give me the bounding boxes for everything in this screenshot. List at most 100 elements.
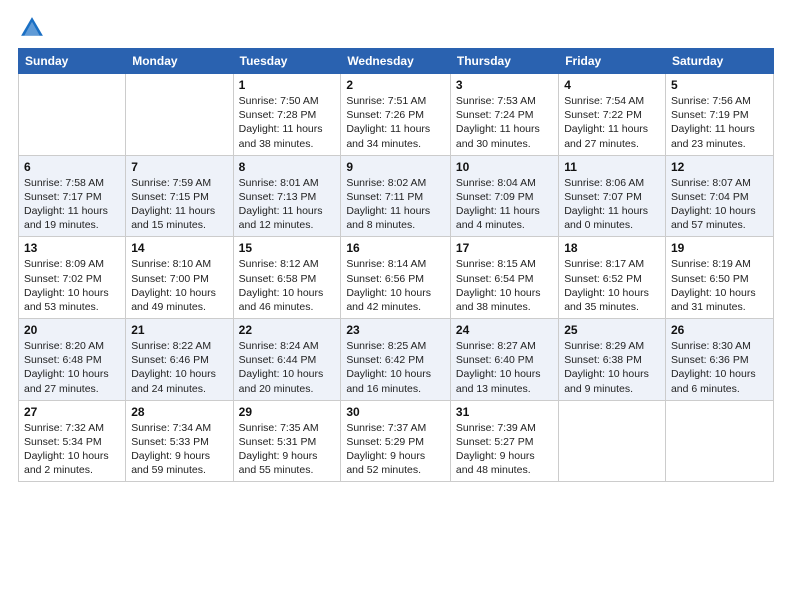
day-info: Sunrise: 8:30 AM Sunset: 6:36 PM Dayligh…	[671, 339, 768, 396]
day-info: Sunrise: 7:32 AM Sunset: 5:34 PM Dayligh…	[24, 421, 120, 478]
calendar-cell: 1 Sunrise: 7:50 AM Sunset: 7:28 PM Daylig…	[233, 74, 341, 156]
day-number: 27	[24, 405, 120, 419]
logo-icon	[18, 14, 46, 42]
day-number: 12	[671, 160, 768, 174]
calendar-cell: 16 Sunrise: 8:14 AM Sunset: 6:56 PM Dayli…	[341, 237, 451, 319]
day-info: Sunrise: 7:59 AM Sunset: 7:15 PM Dayligh…	[131, 176, 227, 233]
day-number: 16	[346, 241, 445, 255]
calendar-week-row: 27 Sunrise: 7:32 AM Sunset: 5:34 PM Dayli…	[19, 400, 774, 482]
day-number: 30	[346, 405, 445, 419]
calendar-cell: 20 Sunrise: 8:20 AM Sunset: 6:48 PM Dayli…	[19, 319, 126, 401]
day-number: 15	[239, 241, 336, 255]
day-info: Sunrise: 8:12 AM Sunset: 6:58 PM Dayligh…	[239, 257, 336, 314]
day-number: 21	[131, 323, 227, 337]
day-number: 6	[24, 160, 120, 174]
calendar-cell: 14 Sunrise: 8:10 AM Sunset: 7:00 PM Dayli…	[126, 237, 233, 319]
calendar-cell: 27 Sunrise: 7:32 AM Sunset: 5:34 PM Dayli…	[19, 400, 126, 482]
calendar-cell: 19 Sunrise: 8:19 AM Sunset: 6:50 PM Dayli…	[665, 237, 773, 319]
weekday-header-tuesday: Tuesday	[233, 49, 341, 74]
day-info: Sunrise: 8:09 AM Sunset: 7:02 PM Dayligh…	[24, 257, 120, 314]
day-number: 13	[24, 241, 120, 255]
day-number: 2	[346, 78, 445, 92]
day-number: 20	[24, 323, 120, 337]
day-info: Sunrise: 8:27 AM Sunset: 6:40 PM Dayligh…	[456, 339, 553, 396]
day-number: 24	[456, 323, 553, 337]
calendar-cell: 8Sunrise: 8:01 AM Sunset: 7:13 PM Daylig…	[233, 155, 341, 237]
calendar-cell: 17Sunrise: 8:15 AM Sunset: 6:54 PM Dayli…	[450, 237, 558, 319]
day-number: 9	[346, 160, 445, 174]
calendar-cell: 13 Sunrise: 8:09 AM Sunset: 7:02 PM Dayli…	[19, 237, 126, 319]
day-number: 5	[671, 78, 768, 92]
day-number: 23	[346, 323, 445, 337]
calendar-cell: 6 Sunrise: 7:58 AM Sunset: 7:17 PM Daylig…	[19, 155, 126, 237]
weekday-header-wednesday: Wednesday	[341, 49, 451, 74]
day-info: Sunrise: 8:06 AM Sunset: 7:07 PM Dayligh…	[564, 176, 660, 233]
day-number: 1	[239, 78, 336, 92]
day-number: 19	[671, 241, 768, 255]
day-number: 11	[564, 160, 660, 174]
day-number: 14	[131, 241, 227, 255]
weekday-header-monday: Monday	[126, 49, 233, 74]
day-info: Sunrise: 7:58 AM Sunset: 7:17 PM Dayligh…	[24, 176, 120, 233]
day-info: Sunrise: 8:19 AM Sunset: 6:50 PM Dayligh…	[671, 257, 768, 314]
day-info: Sunrise: 7:54 AM Sunset: 7:22 PM Dayligh…	[564, 94, 660, 151]
day-info: Sunrise: 8:22 AM Sunset: 6:46 PM Dayligh…	[131, 339, 227, 396]
day-info: Sunrise: 7:50 AM Sunset: 7:28 PM Dayligh…	[239, 94, 336, 151]
calendar-cell: 12 Sunrise: 8:07 AM Sunset: 7:04 PM Dayli…	[665, 155, 773, 237]
day-info: Sunrise: 8:07 AM Sunset: 7:04 PM Dayligh…	[671, 176, 768, 233]
calendar-cell	[19, 74, 126, 156]
day-info: Sunrise: 8:20 AM Sunset: 6:48 PM Dayligh…	[24, 339, 120, 396]
day-info: Sunrise: 8:01 AM Sunset: 7:13 PM Dayligh…	[239, 176, 336, 233]
calendar-cell: 2 Sunrise: 7:51 AM Sunset: 7:26 PM Daylig…	[341, 74, 451, 156]
day-info: Sunrise: 8:14 AM Sunset: 6:56 PM Dayligh…	[346, 257, 445, 314]
calendar-cell: 23 Sunrise: 8:25 AM Sunset: 6:42 PM Dayli…	[341, 319, 451, 401]
day-info: Sunrise: 8:10 AM Sunset: 7:00 PM Dayligh…	[131, 257, 227, 314]
day-info: Sunrise: 8:02 AM Sunset: 7:11 PM Dayligh…	[346, 176, 445, 233]
weekday-header-sunday: Sunday	[19, 49, 126, 74]
calendar-cell: 15 Sunrise: 8:12 AM Sunset: 6:58 PM Dayli…	[233, 237, 341, 319]
calendar-cell	[665, 400, 773, 482]
day-info: Sunrise: 8:25 AM Sunset: 6:42 PM Dayligh…	[346, 339, 445, 396]
day-info: Sunrise: 8:24 AM Sunset: 6:44 PM Dayligh…	[239, 339, 336, 396]
day-number: 26	[671, 323, 768, 337]
day-info: Sunrise: 8:29 AM Sunset: 6:38 PM Dayligh…	[564, 339, 660, 396]
calendar-cell: 26 Sunrise: 8:30 AM Sunset: 6:36 PM Dayli…	[665, 319, 773, 401]
day-info: Sunrise: 7:34 AM Sunset: 5:33 PM Dayligh…	[131, 421, 227, 478]
calendar-week-row: 6 Sunrise: 7:58 AM Sunset: 7:17 PM Daylig…	[19, 155, 774, 237]
day-info: Sunrise: 8:17 AM Sunset: 6:52 PM Dayligh…	[564, 257, 660, 314]
calendar-header-row: SundayMondayTuesdayWednesdayThursdayFrid…	[19, 49, 774, 74]
calendar-table: SundayMondayTuesdayWednesdayThursdayFrid…	[18, 48, 774, 482]
day-number: 31	[456, 405, 553, 419]
calendar-cell: 18 Sunrise: 8:17 AM Sunset: 6:52 PM Dayli…	[559, 237, 666, 319]
calendar-cell: 28 Sunrise: 7:34 AM Sunset: 5:33 PM Dayli…	[126, 400, 233, 482]
day-info: Sunrise: 7:35 AM Sunset: 5:31 PM Dayligh…	[239, 421, 336, 478]
calendar-cell: 31 Sunrise: 7:39 AM Sunset: 5:27 PM Dayli…	[450, 400, 558, 482]
day-number: 28	[131, 405, 227, 419]
day-info: Sunrise: 7:53 AM Sunset: 7:24 PM Dayligh…	[456, 94, 553, 151]
calendar-cell: 24 Sunrise: 8:27 AM Sunset: 6:40 PM Dayli…	[450, 319, 558, 401]
day-number: 29	[239, 405, 336, 419]
calendar-cell: 21 Sunrise: 8:22 AM Sunset: 6:46 PM Dayli…	[126, 319, 233, 401]
calendar-cell: 4 Sunrise: 7:54 AM Sunset: 7:22 PM Daylig…	[559, 74, 666, 156]
day-number: 25	[564, 323, 660, 337]
day-number: 22	[239, 323, 336, 337]
calendar-cell	[126, 74, 233, 156]
calendar-cell: 29 Sunrise: 7:35 AM Sunset: 5:31 PM Dayli…	[233, 400, 341, 482]
calendar-week-row: 20 Sunrise: 8:20 AM Sunset: 6:48 PM Dayli…	[19, 319, 774, 401]
calendar-cell: 5Sunrise: 7:56 AM Sunset: 7:19 PM Daylig…	[665, 74, 773, 156]
day-info: Sunrise: 7:39 AM Sunset: 5:27 PM Dayligh…	[456, 421, 553, 478]
day-number: 3	[456, 78, 553, 92]
day-info: Sunrise: 7:37 AM Sunset: 5:29 PM Dayligh…	[346, 421, 445, 478]
day-number: 18	[564, 241, 660, 255]
calendar-week-row: 1 Sunrise: 7:50 AM Sunset: 7:28 PM Daylig…	[19, 74, 774, 156]
calendar-cell: 7Sunrise: 7:59 AM Sunset: 7:15 PM Daylig…	[126, 155, 233, 237]
weekday-header-saturday: Saturday	[665, 49, 773, 74]
calendar-cell: 11 Sunrise: 8:06 AM Sunset: 7:07 PM Dayli…	[559, 155, 666, 237]
calendar-cell: 22 Sunrise: 8:24 AM Sunset: 6:44 PM Dayli…	[233, 319, 341, 401]
day-info: Sunrise: 8:04 AM Sunset: 7:09 PM Dayligh…	[456, 176, 553, 233]
day-info: Sunrise: 7:51 AM Sunset: 7:26 PM Dayligh…	[346, 94, 445, 151]
calendar-cell: 3 Sunrise: 7:53 AM Sunset: 7:24 PM Daylig…	[450, 74, 558, 156]
day-number: 4	[564, 78, 660, 92]
page-header	[18, 10, 774, 42]
calendar-week-row: 13 Sunrise: 8:09 AM Sunset: 7:02 PM Dayli…	[19, 237, 774, 319]
